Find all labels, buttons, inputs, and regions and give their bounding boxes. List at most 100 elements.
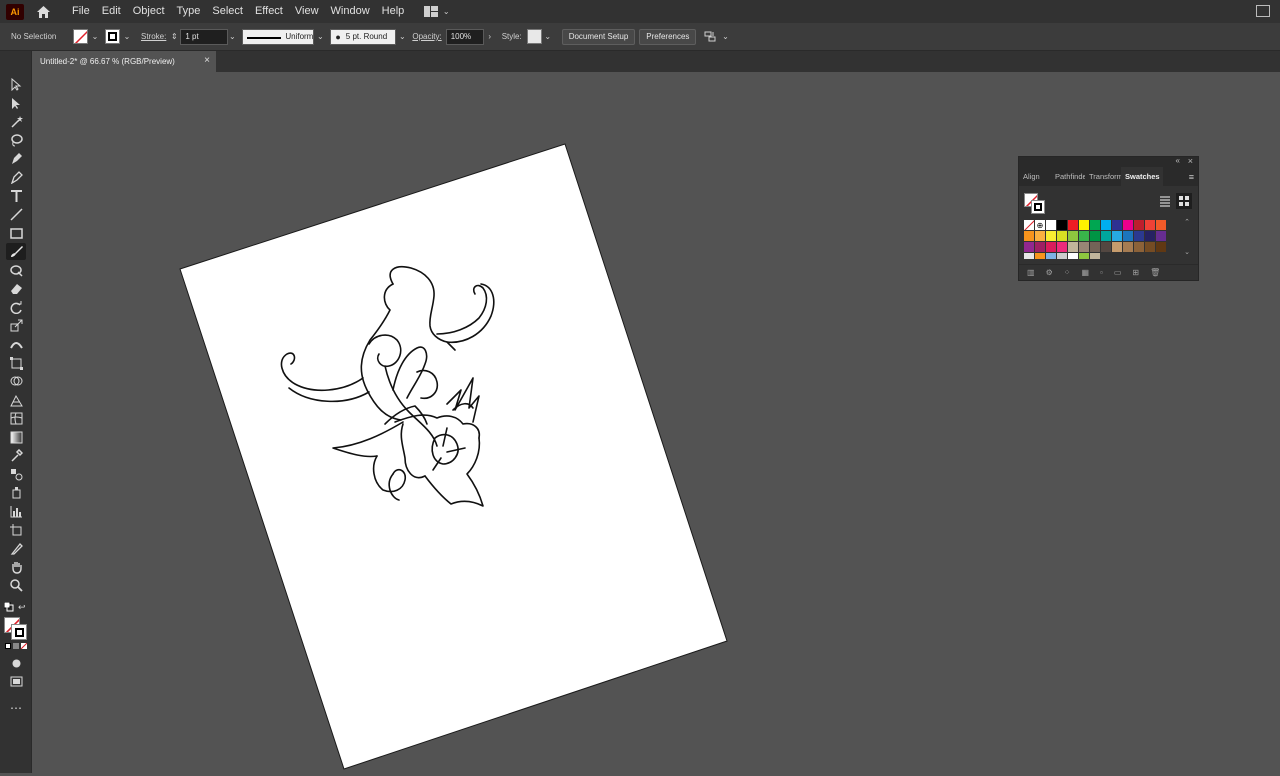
swatch[interactable] bbox=[1134, 220, 1145, 231]
swatch[interactable] bbox=[1068, 231, 1079, 242]
swatch[interactable] bbox=[1057, 253, 1068, 259]
menu-type[interactable]: Type bbox=[171, 0, 207, 23]
swatch[interactable] bbox=[1101, 231, 1112, 242]
stroke-stepper-icon[interactable]: ⇕ bbox=[170, 32, 178, 41]
swatch[interactable] bbox=[1090, 253, 1101, 259]
swatch[interactable] bbox=[1090, 242, 1101, 253]
swatch[interactable] bbox=[1101, 242, 1112, 253]
zoom-tool-icon[interactable] bbox=[6, 577, 26, 594]
swatch[interactable] bbox=[1046, 220, 1057, 231]
swatch[interactable] bbox=[1123, 231, 1134, 242]
swatch[interactable] bbox=[1035, 242, 1046, 253]
arrange-chevron-icon[interactable]: ⌄ bbox=[721, 32, 729, 41]
swatch[interactable] bbox=[1156, 220, 1167, 231]
swatch[interactable] bbox=[1079, 242, 1090, 253]
swatch[interactable] bbox=[1057, 242, 1068, 253]
tab-align[interactable]: Align bbox=[1019, 167, 1051, 186]
stroke-weight-chevron-icon[interactable]: ⌄ bbox=[228, 32, 236, 41]
tab-swatches[interactable]: Swatches bbox=[1121, 167, 1163, 186]
swatch[interactable] bbox=[1024, 242, 1035, 253]
swatch[interactable] bbox=[1024, 231, 1035, 242]
opacity-chevron-icon[interactable]: › bbox=[486, 32, 494, 41]
eraser-tool-icon[interactable] bbox=[6, 280, 26, 297]
swap-fill-stroke-icon[interactable]: ↩ bbox=[18, 602, 26, 613]
close-panel-icon[interactable]: × bbox=[1188, 156, 1193, 166]
swatch[interactable] bbox=[1046, 242, 1057, 253]
swatch-none[interactable] bbox=[1024, 220, 1035, 231]
graphic-style-swatch[interactable] bbox=[526, 29, 542, 44]
swatch[interactable] bbox=[1035, 253, 1046, 259]
gradient-tool-icon[interactable] bbox=[6, 429, 26, 446]
arrange-icon[interactable] bbox=[704, 31, 718, 43]
preferences-button[interactable]: Preferences bbox=[639, 28, 697, 45]
collapse-panel-icon[interactable]: « bbox=[1176, 156, 1180, 165]
fill-swatch[interactable] bbox=[73, 29, 88, 44]
swatch[interactable] bbox=[1068, 220, 1079, 231]
swatch-options-icon[interactable]: ▦ bbox=[1081, 268, 1089, 277]
slice-tool-icon[interactable] bbox=[6, 540, 26, 557]
panel-menu-icon[interactable]: ≡ bbox=[1189, 172, 1194, 182]
menu-view[interactable]: View bbox=[289, 0, 325, 23]
menu-select[interactable]: Select bbox=[206, 0, 249, 23]
menu-edit[interactable]: Edit bbox=[96, 0, 127, 23]
opacity-label[interactable]: Opacity: bbox=[412, 32, 441, 41]
swatch[interactable] bbox=[1123, 220, 1134, 231]
arrange-documents-button[interactable]: ⌄ bbox=[424, 6, 450, 17]
hand-tool-icon[interactable] bbox=[6, 559, 26, 576]
swatch[interactable] bbox=[1112, 242, 1123, 253]
selection-tool-icon[interactable] bbox=[6, 76, 26, 93]
new-swatch-icon[interactable]: ⊞ bbox=[1132, 268, 1139, 277]
menu-file[interactable]: File bbox=[66, 0, 96, 23]
brush-chevron-icon[interactable]: ⌄ bbox=[398, 32, 406, 41]
eyedropper-tool-icon[interactable] bbox=[6, 447, 26, 464]
document-tab[interactable]: Untitled-2* @ 66.67 % (RGB/Preview) × bbox=[32, 51, 216, 72]
swatch[interactable] bbox=[1090, 220, 1101, 231]
panel-header[interactable]: « × bbox=[1019, 156, 1198, 167]
swatch-registration[interactable]: ⊕ bbox=[1035, 220, 1046, 231]
curvature-tool-icon[interactable] bbox=[6, 169, 26, 186]
document-setup-button[interactable]: Document Setup bbox=[561, 28, 636, 45]
magic-wand-tool-icon[interactable] bbox=[6, 113, 26, 130]
opacity-field[interactable]: 100% bbox=[445, 28, 484, 45]
tab-transform[interactable]: Transform bbox=[1085, 167, 1121, 186]
blend-tool-icon[interactable] bbox=[6, 466, 26, 483]
menu-effect[interactable]: Effect bbox=[249, 0, 289, 23]
menu-help[interactable]: Help bbox=[376, 0, 411, 23]
new-color-group-icon[interactable]: ▫ bbox=[1100, 268, 1103, 277]
swatch[interactable] bbox=[1046, 231, 1057, 242]
swatch[interactable] bbox=[1101, 220, 1112, 231]
paintbrush-tool-icon[interactable] bbox=[6, 243, 26, 260]
swatch[interactable] bbox=[1057, 231, 1068, 242]
artboard[interactable] bbox=[179, 143, 728, 770]
stroke-label[interactable]: Stroke: bbox=[141, 32, 166, 41]
swatch[interactable] bbox=[1079, 253, 1090, 259]
rotate-tool-icon[interactable] bbox=[6, 299, 26, 316]
swatch[interactable] bbox=[1057, 220, 1068, 231]
swatch[interactable] bbox=[1145, 231, 1156, 242]
symbol-sprayer-tool-icon[interactable] bbox=[6, 484, 26, 501]
swatch[interactable] bbox=[1035, 231, 1046, 242]
list-view-icon[interactable] bbox=[1159, 195, 1171, 207]
swatch[interactable] bbox=[1068, 242, 1079, 253]
menu-object[interactable]: Object bbox=[127, 0, 171, 23]
swatch[interactable] bbox=[1123, 242, 1134, 253]
swatch[interactable] bbox=[1145, 242, 1156, 253]
window-restore-icon[interactable] bbox=[1256, 5, 1270, 17]
swatch[interactable] bbox=[1112, 231, 1123, 242]
mesh-tool-icon[interactable] bbox=[6, 410, 26, 427]
draw-mode-icon[interactable] bbox=[6, 655, 26, 672]
swatch[interactable] bbox=[1134, 242, 1145, 253]
swatch[interactable] bbox=[1079, 220, 1090, 231]
artboard-tool-icon[interactable] bbox=[6, 522, 26, 539]
perspective-grid-tool-icon[interactable] bbox=[6, 392, 26, 409]
swatch[interactable] bbox=[1090, 231, 1101, 242]
stroke-color-icon[interactable] bbox=[11, 624, 27, 640]
stroke-weight-field[interactable]: 1 pt bbox=[180, 28, 229, 45]
shape-builder-tool-icon[interactable] bbox=[6, 373, 26, 390]
swatch[interactable] bbox=[1068, 253, 1079, 259]
fill-stroke-proxy[interactable] bbox=[1024, 193, 1046, 215]
variable-width-profile[interactable]: Uniform bbox=[242, 28, 315, 45]
swatch[interactable] bbox=[1024, 253, 1035, 259]
more-tools-icon[interactable]: ⋯ bbox=[6, 699, 26, 716]
fill-chevron-icon[interactable]: ⌄ bbox=[91, 32, 99, 41]
